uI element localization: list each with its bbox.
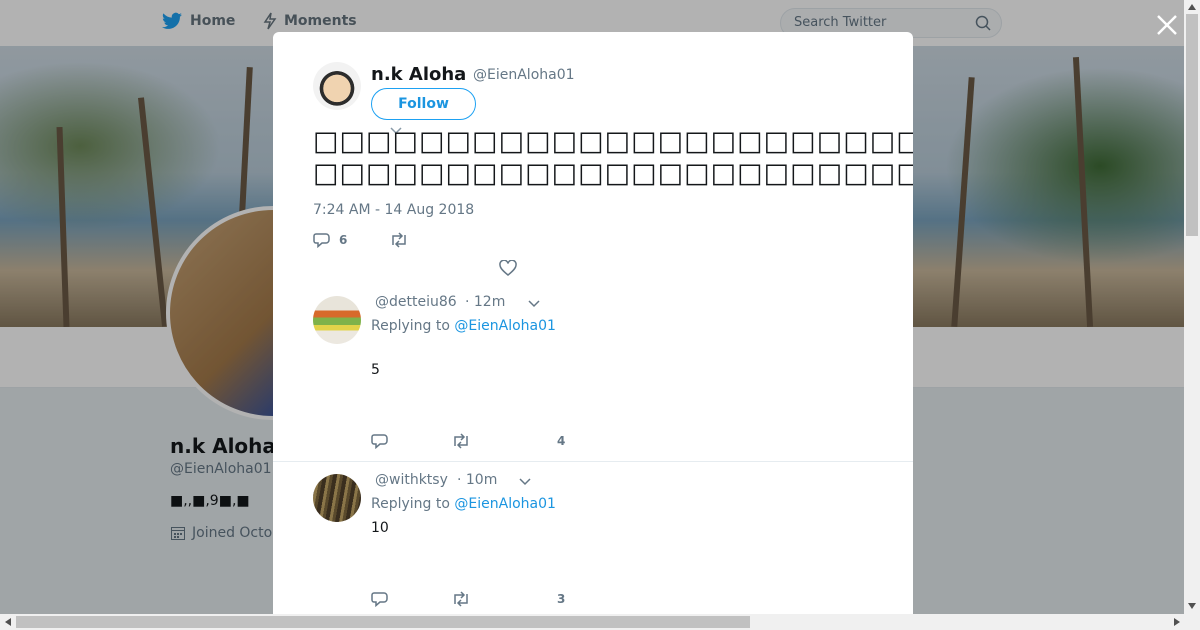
retweet-icon[interactable] <box>451 433 471 449</box>
horizontal-scrollbar-thumb[interactable] <box>16 616 750 628</box>
replying-handle-link[interactable]: @EienAloha01 <box>454 318 556 334</box>
reply-actions: 4 <box>371 433 565 449</box>
tweet-text-line: □□□□□□□□□□□□□□□□□□□□□□□□□□□□□□□□□□□□□□□□… <box>313 158 913 189</box>
reply-icon[interactable] <box>371 433 389 449</box>
reply-text: 5 <box>371 362 380 378</box>
tweet-text: □□□□□□□□□□□□□□□□□□□□□□□ □□□□□□□□□□□□□□□□□… <box>313 126 913 190</box>
like-count[interactable]: 4 <box>557 434 565 448</box>
replying-handle-link[interactable]: @EienAloha01 <box>454 496 556 512</box>
tweet-permalink-modal: n.k Aloha @EienAloha01 Follow □□□□□□□□□□… <box>273 32 913 614</box>
reply-icon <box>313 233 330 248</box>
replying-to: Replying to @EienAloha01 <box>371 318 556 334</box>
tweet-actions: 6 <box>313 232 409 248</box>
like-icon[interactable] <box>499 260 517 276</box>
retweet-icon <box>392 232 407 248</box>
reply-button[interactable]: 6 <box>313 232 347 248</box>
retweet-button[interactable] <box>389 232 409 248</box>
like-count[interactable]: 3 <box>557 592 565 606</box>
close-icon[interactable] <box>1154 12 1180 38</box>
reply-avatar[interactable] <box>313 474 361 522</box>
reply-tweet[interactable]: @withktsy · 10m Replying to @EienAloha01… <box>273 472 913 614</box>
chevron-down-icon[interactable] <box>518 477 532 487</box>
reply-time[interactable]: · 10m <box>457 472 497 488</box>
reply-icon[interactable] <box>371 591 389 607</box>
divider <box>273 461 913 462</box>
follow-button[interactable]: Follow <box>371 88 476 120</box>
reply-text: 10 <box>371 520 389 536</box>
replying-to: Replying to @EienAloha01 <box>371 496 556 512</box>
scroll-left-arrow-icon[interactable] <box>5 618 11 626</box>
tweet-author-name[interactable]: n.k Aloha <box>371 64 466 85</box>
reply-username[interactable]: @detteiu86 <box>375 294 457 310</box>
scroll-down-arrow-icon[interactable] <box>1188 603 1196 609</box>
reply-actions: 3 <box>371 591 565 607</box>
tweet-author-avatar[interactable] <box>313 62 361 110</box>
vertical-scrollbar-thumb[interactable] <box>1186 14 1198 236</box>
reply-username[interactable]: @withktsy <box>375 472 448 488</box>
tweet-timestamp[interactable]: 7:24 AM - 14 Aug 2018 <box>313 202 474 218</box>
reply-count: 6 <box>339 233 348 247</box>
retweet-icon[interactable] <box>451 591 471 607</box>
reply-avatar[interactable] <box>313 296 361 344</box>
reply-tweet[interactable]: @detteiu86 · 12m Replying to @EienAloha0… <box>273 294 913 462</box>
tweet-text-line: □□□□□□□□□□□□□□□□□□□□□□□□□□□□□□□□□□□□□□□□… <box>313 126 913 157</box>
reply-time[interactable]: · 12m <box>465 294 505 310</box>
tweet-author-handle[interactable]: @EienAloha01 <box>473 67 575 83</box>
replying-prefix: Replying to <box>371 496 450 512</box>
scroll-up-arrow-icon[interactable] <box>1188 4 1196 10</box>
scroll-right-arrow-icon[interactable] <box>1174 618 1180 626</box>
chevron-down-icon[interactable] <box>527 299 541 309</box>
replying-prefix: Replying to <box>371 318 450 334</box>
